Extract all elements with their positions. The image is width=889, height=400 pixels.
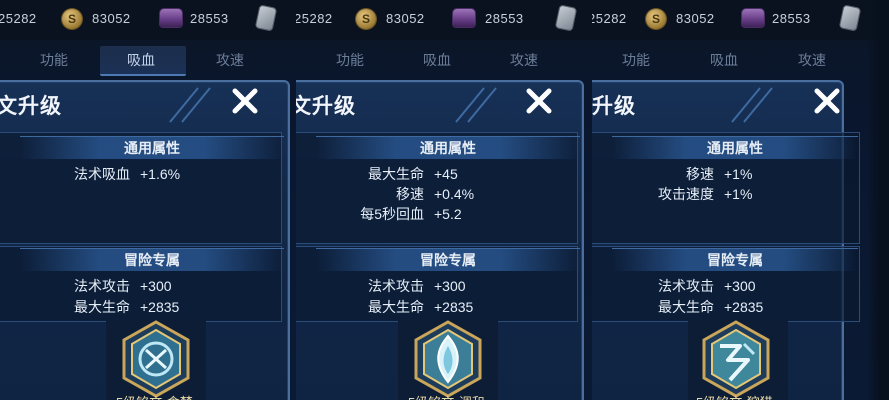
close-icon[interactable]: [812, 86, 842, 116]
tab-lifesteal[interactable]: 吸血: [423, 50, 451, 70]
stat-row: 法术攻击 +300: [368, 278, 466, 294]
card-icon: [555, 5, 577, 31]
stat-row: 法术攻击 +300: [74, 278, 172, 294]
gem-count: 25282: [592, 11, 627, 26]
decor-slashes: [731, 87, 773, 123]
rune-emblem-icon[interactable]: [700, 320, 772, 398]
tab-attack-speed[interactable]: 攻速: [216, 50, 244, 70]
tab-bar: 功能 吸血 攻速: [592, 44, 889, 74]
dialog-title: 文升级: [296, 95, 356, 118]
emblem-caption: 5级铭文•狩猎: [696, 392, 773, 400]
general-section-title: 通用属性: [20, 136, 284, 159]
gold-coin-icon: [356, 9, 376, 29]
chest-icon: [453, 9, 475, 27]
tab-function[interactable]: 功能: [336, 50, 364, 70]
gold-count: 83052: [676, 11, 715, 26]
gold-coin-icon: [646, 9, 666, 29]
decor-slashes: [169, 87, 211, 123]
tab-function[interactable]: 功能: [622, 50, 650, 70]
tab-function[interactable]: 功能: [40, 50, 68, 70]
currency-bar: 25282 83052 28553: [592, 0, 889, 40]
tab-bar: 功能 吸血 攻速: [296, 44, 592, 74]
gold-count: 83052: [386, 11, 425, 26]
chest-icon: [160, 9, 182, 27]
stat-row: 攻击速度 +1%: [658, 186, 753, 202]
gem-count: 25282: [296, 11, 333, 26]
rune-emblem-icon[interactable]: [412, 320, 484, 398]
currency-bar: 25282 83052 28553: [0, 0, 296, 40]
chest-count: 28553: [190, 11, 229, 26]
dialog-title: 文升级: [0, 95, 62, 118]
adventure-section-title: 冒险专属: [20, 248, 284, 271]
decor-slashes: [455, 87, 497, 123]
stat-row: 最大生命 +45: [368, 166, 458, 182]
tab-attack-speed[interactable]: 攻速: [510, 50, 538, 70]
tab-lifesteal[interactable]: 吸血: [127, 50, 155, 70]
tab-attack-speed[interactable]: 攻速: [798, 50, 826, 70]
rune-panel-1: 25282 83052 28553 功能 吸血 攻速 文升级 通用属性 法术吸血…: [0, 0, 296, 400]
rune-panel-2: 25282 83052 28553 功能 吸血 攻速 文升级 通用属性 最大生命…: [296, 0, 592, 400]
stat-row: 最大生命 +2835: [658, 299, 764, 315]
card-icon: [839, 5, 861, 31]
tab-lifesteal[interactable]: 吸血: [710, 50, 738, 70]
close-icon[interactable]: [524, 86, 554, 116]
gold-coin-icon: [62, 9, 82, 29]
stat-row: 最大生命 +2835: [368, 299, 474, 315]
adventure-section-title: 冒险专属: [612, 248, 858, 271]
emblem-caption: 5级铭文•调和: [408, 392, 485, 400]
chest-icon: [742, 9, 764, 27]
rune-panel-3: 25282 83052 28553 功能 吸血 攻速 升级 通用属性 移速+1%…: [592, 0, 889, 400]
stat-row: 移速 +1%: [686, 166, 753, 182]
currency-bar: 25282 83052 28553: [296, 0, 592, 40]
dialog-title: 升级: [592, 95, 636, 118]
emblem-caption: 5级铭文•食梦: [116, 392, 193, 400]
stat-row: 法术吸血 +1.6%: [74, 166, 181, 182]
gold-count: 83052: [92, 11, 131, 26]
general-section-title: 通用属性: [316, 136, 580, 159]
stat-row: 法术攻击 +300: [658, 278, 756, 294]
stat-row: 最大生命 +2835: [74, 299, 180, 315]
close-icon[interactable]: [230, 86, 260, 116]
chest-count: 28553: [485, 11, 524, 26]
chest-count: 28553: [772, 11, 811, 26]
rune-emblem-icon[interactable]: [120, 320, 192, 398]
card-icon: [255, 5, 277, 31]
stat-row: 每5秒回血 +5.2: [360, 206, 462, 222]
gem-count: 25282: [0, 11, 37, 26]
stat-row: 移速 +0.4%: [396, 186, 475, 202]
general-section-title: 通用属性: [612, 136, 858, 159]
adventure-section-title: 冒险专属: [316, 248, 580, 271]
tab-bar: 功能 吸血 攻速: [0, 44, 296, 76]
